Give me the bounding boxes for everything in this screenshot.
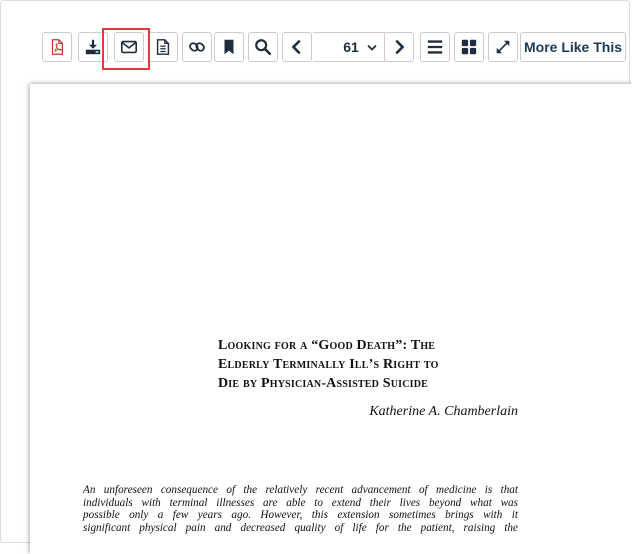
download-icon: [85, 39, 101, 55]
chevron-down-icon: [367, 44, 377, 51]
abstract-line: significant physical pain and decreased …: [83, 521, 518, 534]
next-page-button[interactable]: [384, 32, 414, 62]
link-button[interactable]: [182, 32, 212, 62]
citation-button[interactable]: [148, 32, 178, 62]
title-line: Looking for a “Good Death”: The: [218, 338, 436, 353]
page-number: 61: [343, 39, 359, 55]
email-button[interactable]: [114, 32, 144, 62]
article-title: Looking for a “Good Death”: The Elderly …: [218, 336, 518, 393]
pdf-icon: [51, 39, 64, 55]
link-icon: [189, 42, 205, 52]
title-line: Elderly Terminally Ill’s Right to: [218, 357, 439, 372]
article-abstract: An unforeseen consequence of the relativ…: [83, 484, 518, 534]
document-page: Looking for a “Good Death”: The Elderly …: [30, 84, 632, 554]
bookmark-icon: [224, 39, 234, 55]
chevron-left-icon: [291, 39, 301, 55]
search-button[interactable]: [248, 32, 278, 62]
fullscreen-button[interactable]: [488, 32, 518, 62]
download-button[interactable]: [78, 32, 108, 62]
bookmark-button[interactable]: [214, 32, 244, 62]
page-number-select[interactable]: 61: [313, 32, 385, 62]
expand-icon: [496, 40, 510, 54]
title-line: Die by Physician-Assisted Suicide: [218, 376, 429, 391]
chevron-right-icon: [395, 39, 405, 55]
article-author: Katherine A. Chamberlain: [369, 404, 518, 419]
grid-icon: [461, 39, 477, 55]
previous-page-button[interactable]: [282, 32, 312, 62]
more-like-this-button[interactable]: More Like This: [520, 32, 626, 62]
abstract-line: possible only a few years ago. However, …: [83, 509, 518, 522]
pdf-button[interactable]: [42, 32, 72, 62]
search-icon: [255, 39, 272, 56]
list-view-button[interactable]: [420, 32, 450, 62]
document-icon: [156, 39, 170, 55]
abstract-line: individuals with terminal illnesses are …: [83, 496, 518, 509]
abstract-line: An unforeseen consequence of the relativ…: [83, 484, 518, 496]
envelope-icon: [120, 40, 138, 54]
grid-view-button[interactable]: [454, 32, 484, 62]
list-icon: [427, 40, 443, 54]
